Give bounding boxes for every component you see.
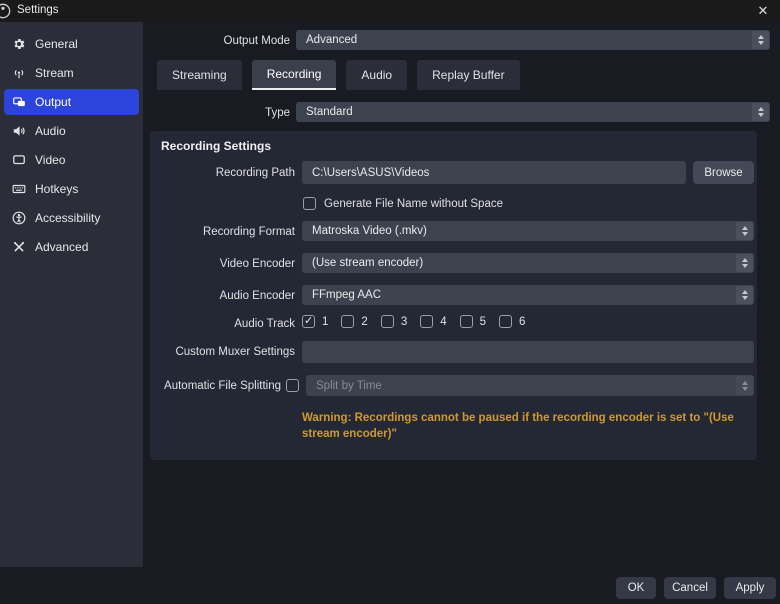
generate-no-space-label: Generate File Name without Space — [324, 197, 503, 210]
auto-split-value: Split by Time — [316, 379, 382, 392]
audio-track-6-checkbox[interactable] — [499, 315, 513, 328]
audio-track-2-checkbox[interactable] — [341, 315, 355, 328]
sidebar-item-hotkeys[interactable]: Hotkeys — [4, 176, 139, 202]
output-mode-value: Advanced — [306, 34, 358, 46]
sidebar-item-output[interactable]: Output — [4, 89, 139, 115]
warning-text: Warning: Recordings cannot be paused if … — [302, 412, 734, 440]
sidebar-item-label: Advanced — [35, 240, 89, 254]
audio-track-6-label: 6 — [519, 315, 526, 328]
video-encoder-select[interactable]: (Use stream encoder) — [302, 253, 754, 273]
panel-title: Recording Settings — [161, 139, 272, 153]
recording-path-input[interactable] — [302, 161, 686, 184]
spinner-icon — [736, 376, 753, 395]
apply-button[interactable]: Apply — [724, 577, 776, 599]
antenna-icon — [11, 66, 26, 81]
sidebar-item-accessibility[interactable]: Accessibility — [4, 205, 139, 231]
spinner-icon[interactable] — [736, 254, 753, 272]
keyboard-icon — [11, 182, 26, 197]
audio-track-3-checkbox[interactable] — [380, 315, 394, 328]
recording-format-value: Matroska Video (.mkv) — [312, 225, 427, 237]
auto-split-select[interactable]: Split by Time — [306, 375, 754, 396]
monitor-icon — [11, 153, 26, 168]
close-icon[interactable]: ✕ — [754, 2, 772, 20]
type-label: Type — [265, 107, 290, 119]
accessibility-icon — [11, 211, 26, 226]
window-title: Settings — [17, 4, 59, 16]
audio-track-3-label: 3 — [400, 315, 408, 328]
sidebar-item-stream[interactable]: Stream — [4, 60, 139, 86]
audio-track-row: 1 2 3 4 5 6 — [302, 314, 531, 328]
generate-no-space-row: Generate File Name without Space — [303, 197, 503, 210]
sidebar-item-label: General — [35, 37, 78, 51]
audio-track-4-checkbox[interactable] — [420, 315, 434, 328]
video-encoder-label: Video Encoder — [219, 258, 295, 270]
auto-split-label: Automatic File Splitting — [164, 380, 281, 392]
tab-replay-buffer[interactable]: Replay Buffer — [417, 60, 520, 90]
sidebar-item-label: Video — [35, 153, 66, 167]
tab-audio[interactable]: Audio — [346, 60, 408, 90]
sidebar-item-label: Output — [35, 95, 72, 109]
settings-window: Settings ✕ General Stream Output Audio V… — [0, 0, 780, 604]
audio-encoder-select[interactable]: FFmpeg AAC — [302, 285, 754, 305]
recording-settings-panel: Recording Settings Recording Path Browse… — [150, 131, 757, 460]
sidebar-item-audio[interactable]: Audio — [4, 118, 139, 144]
audio-track-5-checkbox[interactable] — [459, 315, 473, 328]
sidebar: General Stream Output Audio Video Hotkey… — [0, 22, 143, 567]
output-mode-select[interactable]: Advanced — [296, 30, 770, 50]
gear-icon — [11, 37, 26, 52]
audio-track-5-label: 5 — [479, 315, 487, 328]
spinner-icon[interactable] — [736, 286, 753, 304]
output-icon — [11, 95, 26, 110]
sidebar-item-general[interactable]: General — [4, 31, 139, 57]
type-select[interactable]: Standard — [296, 102, 770, 122]
custom-muxer-label: Custom Muxer Settings — [175, 346, 295, 358]
sidebar-item-label: Hotkeys — [35, 182, 79, 196]
video-encoder-value: (Use stream encoder) — [312, 257, 424, 269]
spinner-icon[interactable] — [736, 222, 753, 240]
audio-encoder-value: FFmpeg AAC — [312, 289, 382, 301]
audio-track-1-checkbox[interactable] — [302, 314, 315, 328]
recording-format-select[interactable]: Matroska Video (.mkv) — [302, 221, 754, 241]
tab-recording[interactable]: Recording — [251, 60, 337, 90]
output-tabs: Streaming Recording Audio Replay Buffer — [157, 60, 520, 90]
tools-icon — [11, 240, 26, 255]
audio-encoder-label: Audio Encoder — [219, 290, 295, 302]
custom-muxer-input[interactable] — [302, 341, 754, 363]
spinner-icon[interactable] — [752, 31, 769, 49]
sidebar-item-label: Audio — [35, 124, 66, 138]
recording-format-label: Recording Format — [202, 226, 295, 238]
ok-button[interactable]: OK — [616, 577, 656, 599]
tab-streaming[interactable]: Streaming — [157, 60, 242, 90]
spinner-icon[interactable] — [752, 103, 769, 121]
titlebar: Settings ✕ — [0, 0, 780, 22]
browse-button[interactable]: Browse — [693, 161, 754, 184]
sidebar-item-advanced[interactable]: Advanced — [4, 234, 139, 260]
audio-track-1-label: 1 — [322, 315, 329, 328]
speaker-icon — [11, 124, 26, 139]
auto-split-checkbox[interactable] — [286, 379, 299, 392]
type-value: Standard — [306, 106, 353, 118]
output-mode-label: Output Mode — [223, 35, 290, 47]
recording-path-label: Recording Path — [215, 167, 295, 179]
cancel-button[interactable]: Cancel — [664, 577, 716, 599]
audio-track-2-label: 2 — [361, 315, 368, 328]
obs-logo-icon — [0, 3, 11, 19]
audio-track-4-label: 4 — [440, 315, 447, 328]
audio-track-label: Audio Track — [234, 318, 295, 330]
sidebar-item-video[interactable]: Video — [4, 147, 139, 173]
sidebar-item-label: Stream — [35, 66, 74, 80]
sidebar-item-label: Accessibility — [35, 211, 101, 225]
generate-no-space-checkbox[interactable] — [303, 197, 316, 210]
